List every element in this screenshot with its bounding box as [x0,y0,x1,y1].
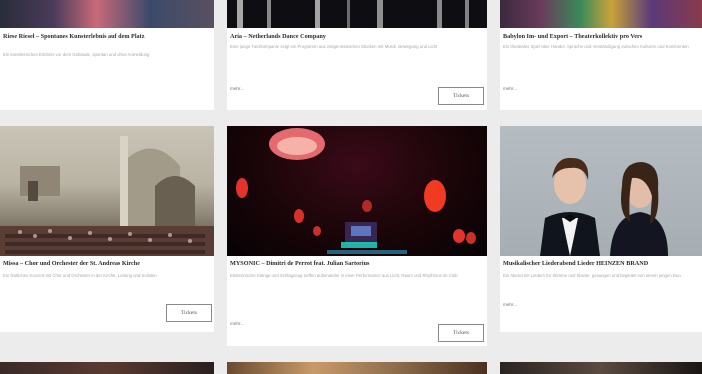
event-description: Ein festliches Konzert mit Chor und Orch… [3,273,157,278]
more-link[interactable]: mehr... [230,86,244,91]
more-link[interactable]: mehr... [503,302,517,307]
event-title[interactable]: Babylon Im- und Export – Theaterkollekti… [503,33,698,41]
event-image[interactable] [0,362,214,374]
event-card[interactable] [0,362,214,374]
duo-image-art [540,157,668,256]
tickets-button[interactable]: Tickets [438,324,484,342]
event-card[interactable]: Aria – Netherlands Dance Company Eine ju… [227,0,487,110]
event-image[interactable] [227,362,487,374]
event-title[interactable]: Riese Riesel – Spontanes Kunsterlebnis a… [3,33,210,41]
event-image[interactable] [227,126,487,256]
event-card[interactable] [500,362,702,374]
event-title[interactable]: Musikalischer Liederabend Lieder HEINZEN… [503,260,698,268]
event-image[interactable] [0,126,214,256]
more-link[interactable]: mehr... [503,86,517,91]
event-card[interactable]: Missa – Chor und Orchester der St. Andre… [0,126,214,332]
event-description: Elektronische Klänge und Schlagzeug tref… [230,273,458,278]
event-title[interactable]: Aria – Netherlands Dance Company [230,33,483,41]
event-description: Eine junge Tanzkompanie zeigt ein Progra… [230,44,438,49]
event-card[interactable]: MYSONIC – Dimitri de Perrot feat. Julian… [227,126,487,346]
tickets-button[interactable]: Tickets [166,304,212,322]
event-image[interactable] [227,0,487,28]
event-card[interactable]: Riese Riesel – Spontanes Kunsterlebnis a… [0,0,214,110]
stage-image-art [237,0,469,28]
event-image[interactable] [500,126,702,256]
event-card[interactable]: Babylon Im- und Export – Theaterkollekti… [500,0,702,110]
event-description: Ein künstlerisches Erlebnis vor dem Gebä… [3,52,150,57]
event-image[interactable] [500,362,702,374]
event-description: Ein theatrales Spiel über Handel, Sprach… [503,44,689,49]
church-image-art [0,136,214,256]
event-title[interactable]: MYSONIC – Dimitri de Perrot feat. Julian… [230,260,483,268]
event-description: Ein Abend mit Liedern für Stimme und Kla… [503,273,681,278]
event-title[interactable]: Missa – Chor und Orchester der St. Andre… [3,260,210,268]
event-card[interactable] [227,362,487,374]
more-link[interactable]: mehr... [230,321,244,326]
event-card[interactable]: Musikalischer Liederabend Lieder HEINZEN… [500,126,702,332]
tickets-button[interactable]: Tickets [438,87,484,105]
club-image-art [236,128,476,254]
event-image[interactable] [0,0,214,28]
event-image[interactable] [500,0,702,28]
